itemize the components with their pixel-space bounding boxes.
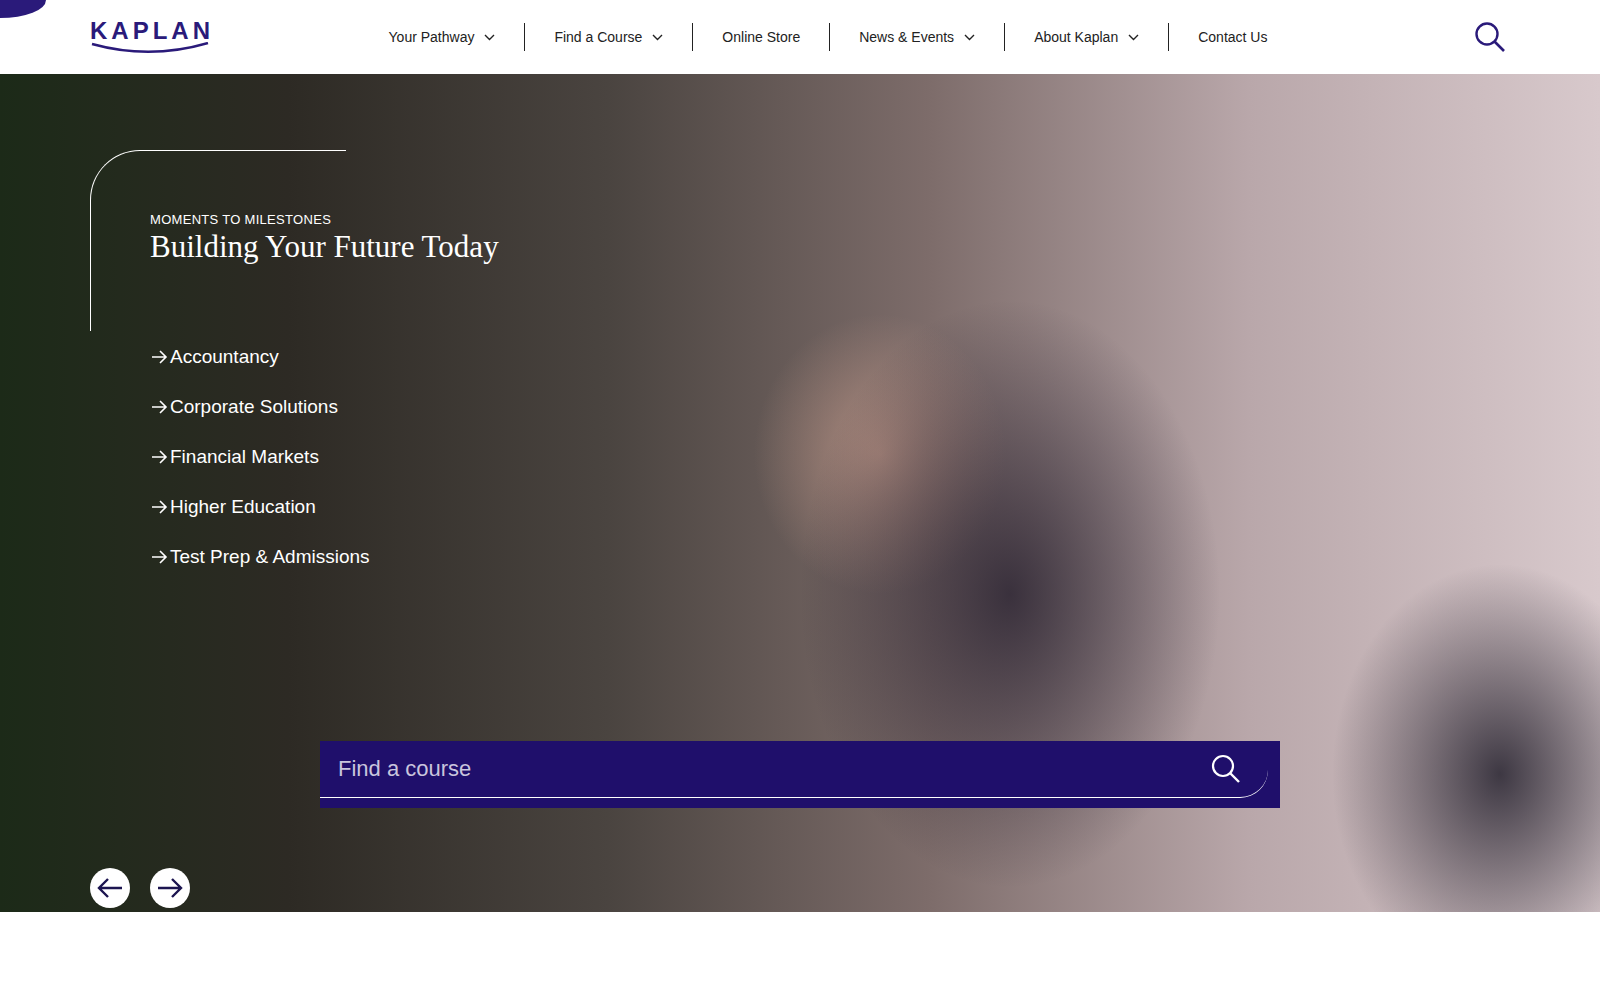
nav-item[interactable]: Your Pathway	[360, 23, 525, 51]
course-search-field	[320, 741, 1268, 798]
chevron-down-icon	[484, 34, 495, 41]
hero-card: MOMENTS TO MILESTONESBuilding Your Futur…	[90, 150, 1600, 330]
kaplan-logo[interactable]: KAPLAN	[90, 18, 214, 56]
hero-banner: MOMENTS TO MILESTONESBuilding Your Futur…	[0, 74, 1600, 912]
search-icon[interactable]	[1210, 753, 1242, 785]
arrow-right-icon	[150, 499, 168, 515]
chevron-down-icon	[1128, 34, 1139, 41]
course-search	[320, 741, 1280, 808]
chevron-down-icon	[652, 34, 663, 41]
hero-link[interactable]: Test Prep & Admissions	[150, 532, 1600, 582]
header-search-button[interactable]	[1474, 21, 1506, 53]
search-icon	[1474, 21, 1506, 53]
site-header: KAPLAN Your PathwayFind a CourseOnline St…	[0, 0, 1600, 74]
logo-text: KAPLAN	[90, 18, 214, 44]
previous-slide-button[interactable]	[90, 868, 130, 908]
arrow-left-icon	[95, 876, 125, 900]
hero-link[interactable]: Corporate Solutions	[150, 382, 1600, 432]
main-nav: Your PathwayFind a CourseOnline StoreNew…	[360, 23, 1297, 51]
carousel-controls	[90, 868, 1600, 908]
nav-item[interactable]: Find a Course	[524, 23, 692, 51]
arrow-right-icon	[150, 349, 168, 365]
hero-link[interactable]: Accountancy	[150, 332, 1600, 382]
arrow-right-icon	[150, 399, 168, 415]
page: KAPLAN Your PathwayFind a CourseOnline St…	[0, 0, 1600, 1000]
arrow-right-icon	[150, 449, 168, 465]
chevron-down-icon	[964, 34, 975, 41]
hero-link[interactable]: Higher Education	[150, 482, 1600, 532]
hero-links: AccountancyCorporate SolutionsFinancial …	[150, 332, 1600, 582]
nav-item[interactable]: About Kaplan	[1004, 23, 1168, 51]
arrow-right-icon	[150, 549, 168, 565]
arrow-right-icon	[155, 876, 185, 900]
nav-item[interactable]: News & Events	[829, 23, 1004, 51]
hero-eyebrow: MOMENTS TO MILESTONES	[150, 212, 1600, 228]
course-search-input[interactable]	[338, 748, 1210, 790]
next-slide-button[interactable]	[150, 868, 190, 908]
hero-link[interactable]: Financial Markets	[150, 432, 1600, 482]
logo-swoosh-icon	[90, 42, 210, 56]
nav-item[interactable]: Contact Us	[1168, 23, 1296, 51]
hero-title: Building Your Future Today	[150, 228, 1600, 265]
nav-item[interactable]: Online Store	[692, 23, 829, 51]
